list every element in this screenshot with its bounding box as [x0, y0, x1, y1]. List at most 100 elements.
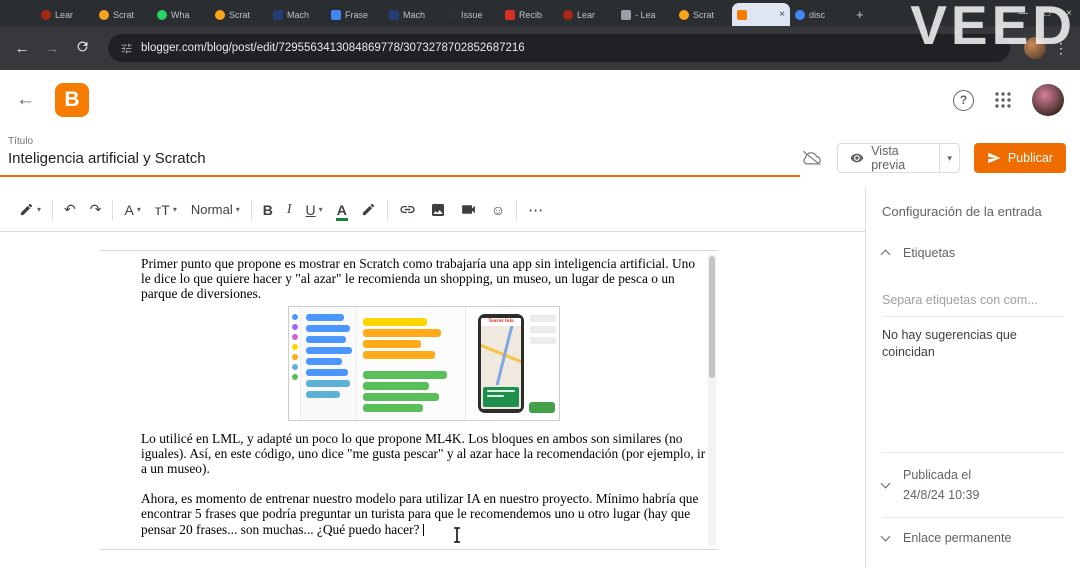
paragraph-style-dropdown[interactable]: Normal ▾ [191, 202, 240, 217]
phone-mockup: Tourist Info [478, 313, 524, 413]
bold-button[interactable]: B [263, 202, 273, 218]
tab-title: Lear [55, 9, 74, 20]
minimize-icon[interactable]: — [1018, 8, 1028, 19]
labels-section-toggle[interactable]: Etiquetas [880, 246, 1064, 260]
editor-pane: ▾ ↶ ↷ A ▾ ᴛT ▾ Normal ▾ B I U ▾ A ☺ ⋯ Pr… [0, 188, 865, 568]
scratch-favicon-icon [99, 9, 109, 20]
browser-tab-inbox[interactable]: Recib [500, 3, 558, 26]
reload-icon [77, 41, 87, 51]
mail-favicon-icon [505, 9, 515, 20]
maximize-icon[interactable]: □ [1044, 8, 1050, 19]
address-bar[interactable]: blogger.com/blog/post/edit/7295563413084… [108, 34, 1010, 62]
insert-video-button[interactable] [460, 201, 477, 218]
text-cursor [422, 523, 424, 536]
chevron-down-icon [880, 531, 891, 542]
highlight-color-button[interactable] [361, 202, 376, 217]
blogger-back-button[interactable]: ← [16, 89, 35, 111]
publish-button[interactable]: Publicar [973, 143, 1066, 173]
account-avatar[interactable] [1032, 84, 1064, 116]
preview-split-button: Vista previa ▾ [837, 143, 960, 173]
scratch-category-strip [289, 306, 301, 420]
post-title-input[interactable]: Título Inteligencia artificial y Scratch [0, 130, 800, 177]
browser-tab-lea[interactable]: - Lea [616, 3, 674, 26]
category-dot [292, 353, 298, 360]
undo-button[interactable]: ↶ [64, 201, 76, 218]
map-graphic [481, 325, 521, 385]
browser-tab-scratch[interactable]: Scrat [94, 3, 152, 26]
close-window-icon[interactable]: × [1066, 8, 1072, 19]
editor-scrollbar[interactable] [708, 253, 716, 547]
italic-button[interactable]: I [287, 202, 292, 218]
browser-tab-ml4k[interactable]: Mach [268, 3, 326, 26]
browser-tab-frases[interactable]: Frase [326, 3, 384, 26]
browser-tab-scratch2[interactable]: Scrat [210, 3, 268, 26]
post-body-frame[interactable]: Primer punto que propone es mostrar en S… [100, 250, 718, 550]
compose-mode-button[interactable]: ▾ [19, 202, 41, 217]
caret-down-icon: ▾ [235, 205, 240, 214]
whatsapp-favicon-icon [157, 9, 167, 20]
font-size-button[interactable]: ᴛT ▾ [155, 202, 177, 218]
editor-paragraph[interactable]: Primer punto que propone es mostrar en S… [141, 256, 708, 302]
ml4k-favicon-icon [389, 9, 399, 20]
browser-tab-issues[interactable]: Issue [442, 3, 500, 26]
browser-tab-learningml[interactable]: Lear [36, 3, 94, 26]
browser-tab-scratch3[interactable]: Scrat [674, 3, 732, 26]
category-dot [292, 343, 298, 350]
browser-tab-blogger-active[interactable]: × [732, 3, 790, 26]
google-favicon-icon [795, 9, 805, 20]
image-icon [431, 203, 444, 216]
editor-paragraph[interactable]: Ahora, es momento de entrenar nuestro mo… [141, 491, 708, 537]
editor-paragraph[interactable]: Lo utilicé en LML, y adapté un poco lo q… [141, 431, 708, 477]
post-image-scratch-screenshot[interactable]: Tourist Info [288, 305, 560, 421]
preview-label: Vista previa [871, 144, 906, 172]
insert-link-button[interactable] [399, 201, 416, 218]
browser-tab-whatsapp[interactable]: Wha [152, 3, 210, 26]
tab-title: Lear [577, 9, 596, 20]
back-button[interactable]: ← [10, 40, 34, 57]
browser-tab-google[interactable]: disc [790, 3, 848, 26]
lml-favicon-icon [563, 9, 573, 20]
editor-scrollbar-thumb[interactable] [709, 256, 715, 378]
preview-dropdown-button[interactable]: ▾ [939, 144, 958, 172]
browser-profile-avatar[interactable] [1024, 37, 1046, 59]
scratch-favicon-icon [215, 9, 225, 20]
browser-tab-learningml2[interactable]: Lear [558, 3, 616, 26]
preview-button[interactable]: Vista previa [838, 144, 939, 172]
screen: Lear Scrat Wha Scrat Mach Frase Mach Iss… [0, 0, 1080, 568]
text-color-button[interactable]: A [335, 203, 348, 221]
blogger-logo[interactable]: B [55, 83, 89, 117]
eye-icon [850, 153, 864, 163]
lml-favicon-icon [41, 9, 51, 20]
font-family-glyph: A [124, 201, 134, 218]
apps-grid-button[interactable] [994, 91, 1012, 109]
font-family-button[interactable]: A ▾ [124, 202, 140, 218]
video-icon [461, 205, 475, 214]
tab-close-icon[interactable]: × [779, 9, 785, 20]
caret-down-icon: ▾ [318, 205, 323, 214]
redo-button[interactable]: ↷ [90, 201, 102, 218]
more-options-button[interactable]: ⋯ [528, 201, 544, 219]
reload-button[interactable] [70, 39, 94, 58]
ml4k-favicon-icon [273, 9, 283, 20]
insert-image-button[interactable] [430, 202, 446, 218]
browser-tab-ml4k2[interactable]: Mach [384, 3, 442, 26]
tab-title: disc [809, 9, 826, 20]
insert-emoji-button[interactable]: ☺ [491, 202, 505, 218]
browser-menu-icon[interactable]: ⋮ [1052, 40, 1070, 57]
blogger-favicon-icon [737, 9, 747, 20]
title-field-value[interactable]: Inteligencia artificial y Scratch [8, 147, 800, 175]
tab-title: Wha [171, 9, 190, 20]
new-tab-button[interactable]: + [856, 7, 864, 22]
tab-title: Frase [345, 9, 369, 20]
post-body-editor[interactable]: Primer punto que propone es mostrar en S… [100, 251, 718, 537]
labels-input[interactable]: Separa etiquetas con com... [882, 293, 1064, 317]
forward-button[interactable]: → [40, 40, 64, 57]
doc-favicon-icon [331, 9, 341, 20]
published-section-toggle[interactable]: Publicada el 24/8/24 10:39 [880, 453, 1064, 517]
chevron-down-icon [880, 478, 891, 489]
underline-button[interactable]: U ▾ [306, 202, 323, 218]
site-info-tune-icon[interactable] [120, 42, 133, 55]
scratch-favicon-icon [679, 9, 689, 20]
permalink-section-toggle[interactable]: Enlace permanente [880, 518, 1064, 558]
help-button[interactable]: ? [953, 89, 974, 111]
